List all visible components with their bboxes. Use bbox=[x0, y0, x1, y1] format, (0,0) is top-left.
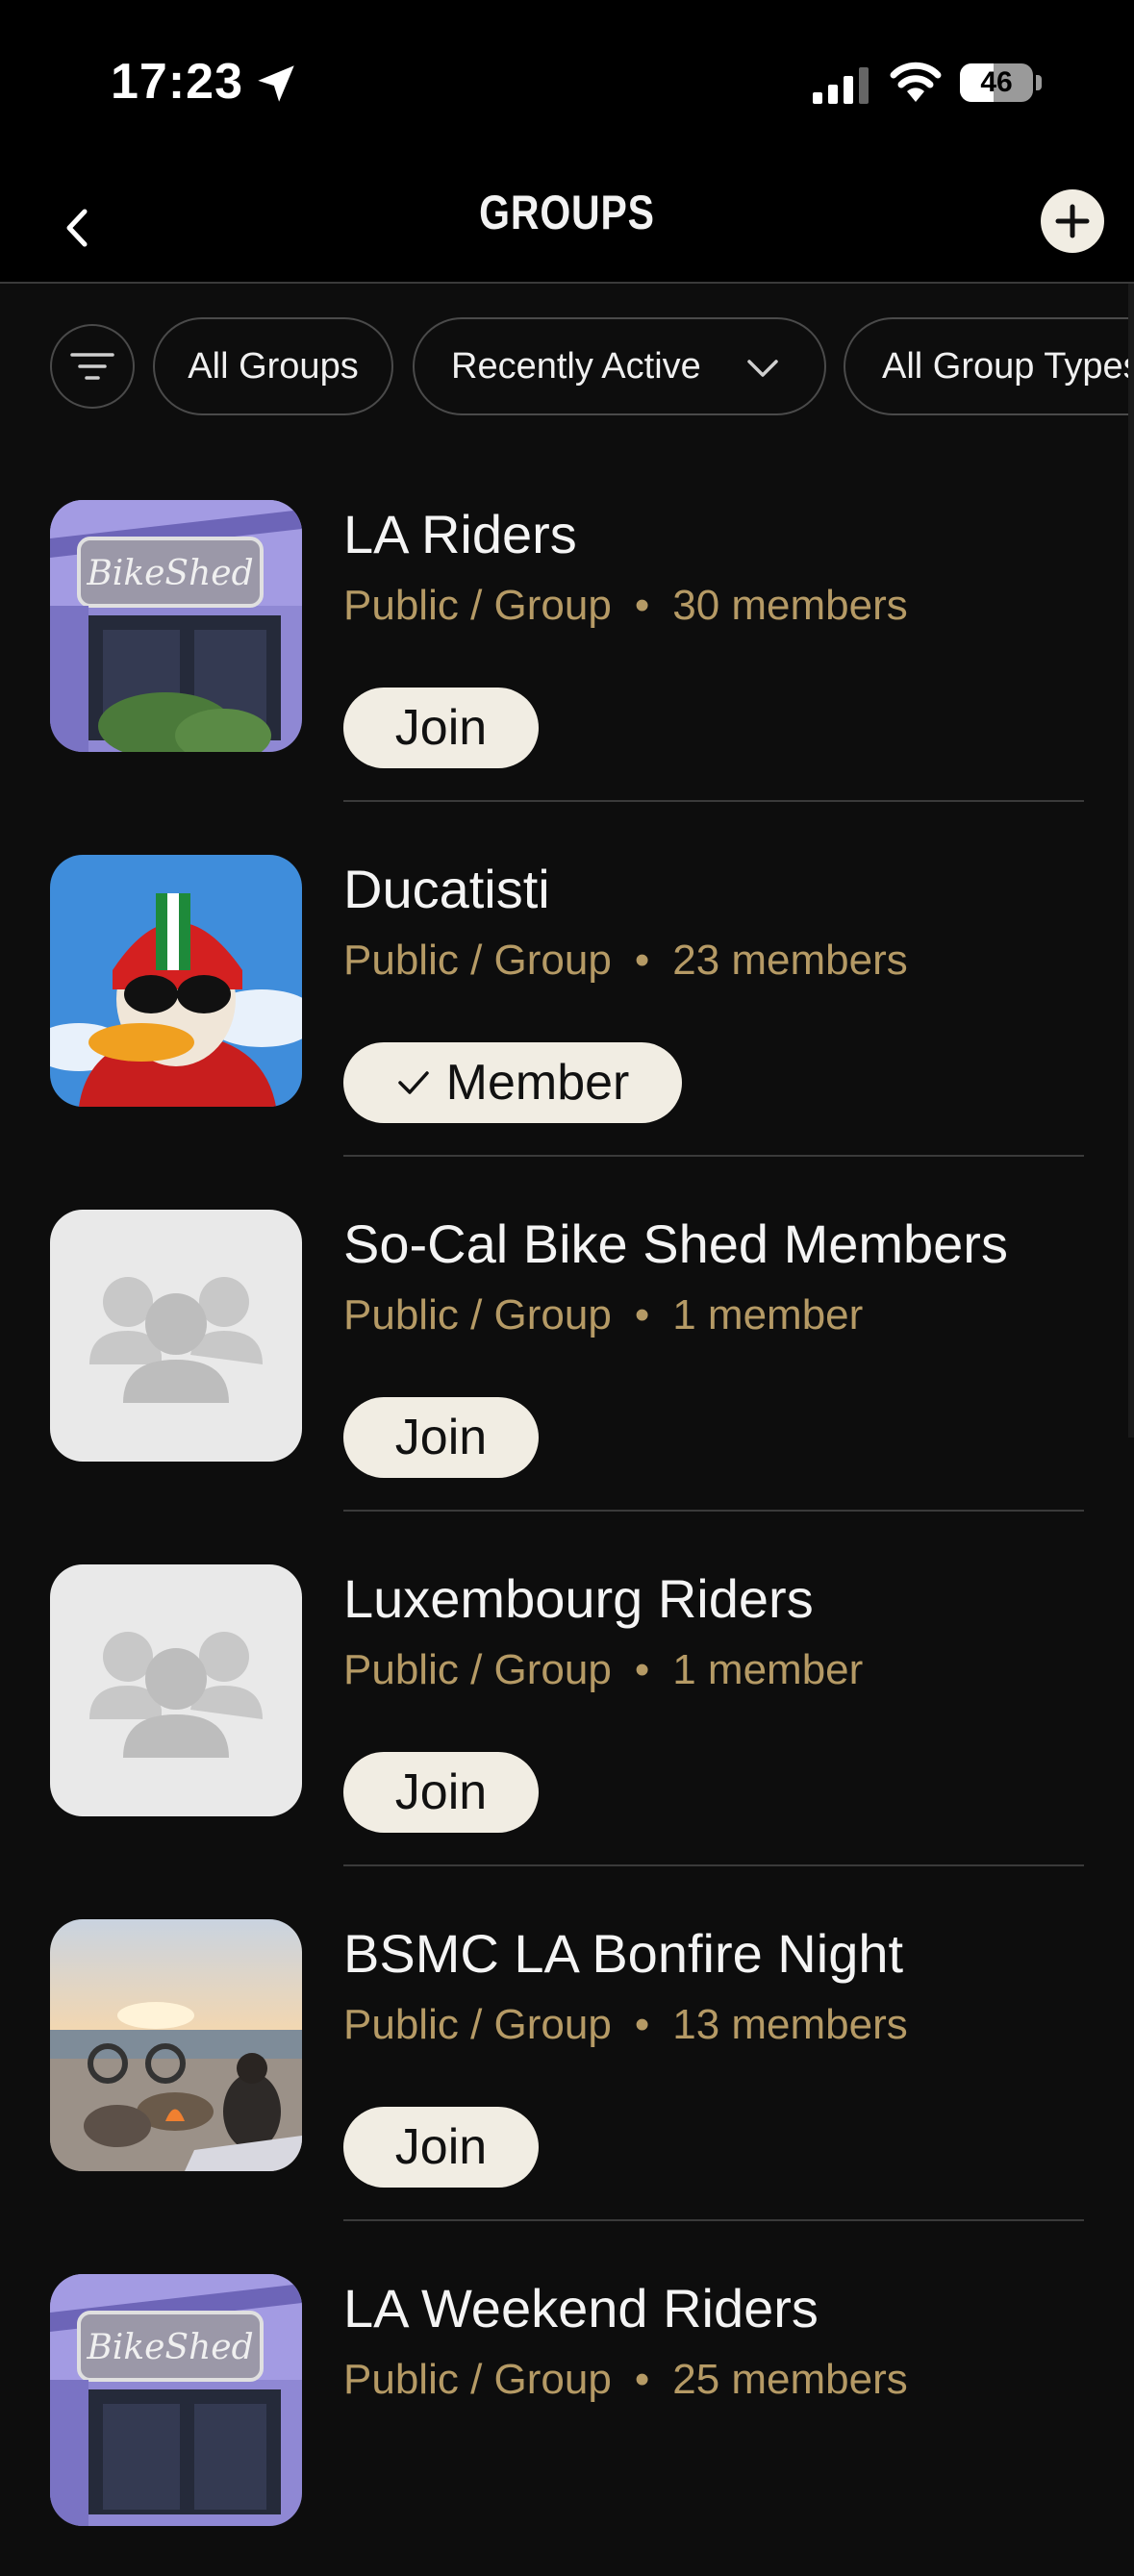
clock: 17:23 bbox=[111, 54, 243, 110]
group-meta: Public / Group • 23 members bbox=[343, 937, 908, 985]
page-title: GROUPS bbox=[479, 186, 655, 239]
member-count: 13 members bbox=[672, 2001, 908, 2048]
wifi-icon bbox=[890, 62, 942, 102]
member-count: 25 members bbox=[672, 2356, 908, 2403]
back-button[interactable] bbox=[50, 192, 108, 260]
group-visibility: Public / Group bbox=[343, 1291, 612, 1338]
group-meta: Public / Group • 1 member bbox=[343, 1646, 863, 1694]
group-meta: Public / Group • 13 members bbox=[343, 2001, 908, 2049]
group-thumbnail: BikeShed bbox=[50, 500, 302, 752]
group-name: LA Riders bbox=[343, 504, 577, 564]
group-thumbnail bbox=[50, 855, 302, 1107]
list-item[interactable]: BikeShed LA Weekend Riders Public / Grou… bbox=[0, 2221, 1134, 2576]
battery-cap bbox=[1036, 75, 1042, 90]
group-thumbnail: BikeShed bbox=[50, 2274, 302, 2526]
list-item[interactable]: So-Cal Bike Shed Members Public / Group •… bbox=[0, 1157, 1134, 1512]
group-name: Ducatisti bbox=[343, 859, 550, 919]
group-visibility: Public / Group bbox=[343, 1646, 612, 1693]
battery-percent: 46 bbox=[980, 66, 1013, 98]
cellular-signal-icon bbox=[813, 67, 869, 104]
separator-dot: • bbox=[634, 1291, 650, 1338]
member-count: 30 members bbox=[672, 582, 908, 629]
chevron-left-icon bbox=[66, 209, 88, 247]
separator-dot: • bbox=[634, 582, 650, 629]
group-visibility: Public / Group bbox=[343, 582, 612, 629]
sort-dropdown[interactable]: Recently Active bbox=[413, 317, 826, 415]
separator-dot: • bbox=[634, 937, 650, 984]
join-button[interactable]: Join bbox=[343, 1397, 539, 1478]
group-placeholder-icon bbox=[89, 1632, 263, 1758]
group-thumbnail-placeholder bbox=[50, 1210, 302, 1462]
sort-label: Recently Active bbox=[451, 345, 701, 387]
chevron-down-icon bbox=[747, 360, 778, 377]
checkmark-icon bbox=[397, 1071, 429, 1094]
group-visibility: Public / Group bbox=[343, 937, 612, 984]
bike-shed-storefront-image: BikeShed bbox=[50, 2274, 302, 2526]
separator-dot: • bbox=[634, 1646, 650, 1693]
group-name: Luxembourg Riders bbox=[343, 1568, 814, 1629]
group-types-dropdown[interactable]: All Group Types bbox=[844, 317, 1134, 415]
plus-icon bbox=[1055, 204, 1090, 238]
group-thumbnail-placeholder bbox=[50, 1564, 302, 1816]
svg-text:BikeShed: BikeShed bbox=[86, 2328, 253, 2367]
separator-dot: • bbox=[634, 2356, 650, 2403]
list-item[interactable]: BSMC LA Bonfire Night Public / Group • 13 … bbox=[0, 1866, 1134, 2221]
battery-indicator: 46 bbox=[960, 63, 1033, 102]
group-meta: Public / Group • 1 member bbox=[343, 1291, 863, 1339]
group-meta: Public / Group • 30 members bbox=[343, 582, 908, 630]
group-name: So-Cal Bike Shed Members bbox=[343, 1213, 1008, 1274]
group-types-label: All Group Types bbox=[882, 345, 1134, 387]
group-visibility: Public / Group bbox=[343, 2001, 612, 2048]
filter-bar: All Groups Recently Active All Group Typ… bbox=[0, 284, 1134, 447]
member-button[interactable]: Member bbox=[343, 1042, 682, 1123]
join-button[interactable]: Join bbox=[343, 688, 539, 768]
location-arrow-icon bbox=[258, 65, 294, 102]
group-meta: Public / Group • 25 members bbox=[343, 2356, 908, 2404]
all-groups-chip[interactable]: All Groups bbox=[153, 317, 393, 415]
group-placeholder-icon bbox=[89, 1277, 263, 1403]
add-group-button[interactable] bbox=[1041, 189, 1104, 253]
navigation-bar: GROUPS bbox=[0, 168, 1134, 284]
group-thumbnail bbox=[50, 1919, 302, 2171]
bonfire-beach-image bbox=[50, 1919, 302, 2171]
group-name: BSMC LA Bonfire Night bbox=[343, 1923, 904, 1984]
ducati-duck-image bbox=[50, 855, 302, 1107]
separator-dot: • bbox=[634, 2001, 650, 2048]
member-label: Member bbox=[445, 1055, 630, 1111]
join-button[interactable]: Join bbox=[343, 1752, 539, 1833]
list-item[interactable]: Ducatisti Public / Group • 23 members Memb… bbox=[0, 802, 1134, 1157]
filter-icon bbox=[70, 353, 114, 380]
group-visibility: Public / Group bbox=[343, 2356, 612, 2403]
bike-shed-storefront-image: BikeShed bbox=[50, 500, 302, 752]
status-bar: 17:23 46 bbox=[0, 0, 1134, 168]
join-button[interactable]: Join bbox=[343, 2107, 539, 2188]
filter-button[interactable] bbox=[50, 324, 135, 409]
list-item[interactable]: BikeShed LA Riders Public / Group • 30 mem… bbox=[0, 447, 1134, 802]
member-count: 1 member bbox=[672, 1646, 864, 1693]
svg-text:BikeShed: BikeShed bbox=[86, 554, 253, 593]
list-item[interactable]: Luxembourg Riders Public / Group • 1 membe… bbox=[0, 1512, 1134, 1866]
group-name: LA Weekend Riders bbox=[343, 2278, 819, 2338]
member-count: 1 member bbox=[672, 1291, 864, 1338]
member-count: 23 members bbox=[672, 937, 908, 984]
